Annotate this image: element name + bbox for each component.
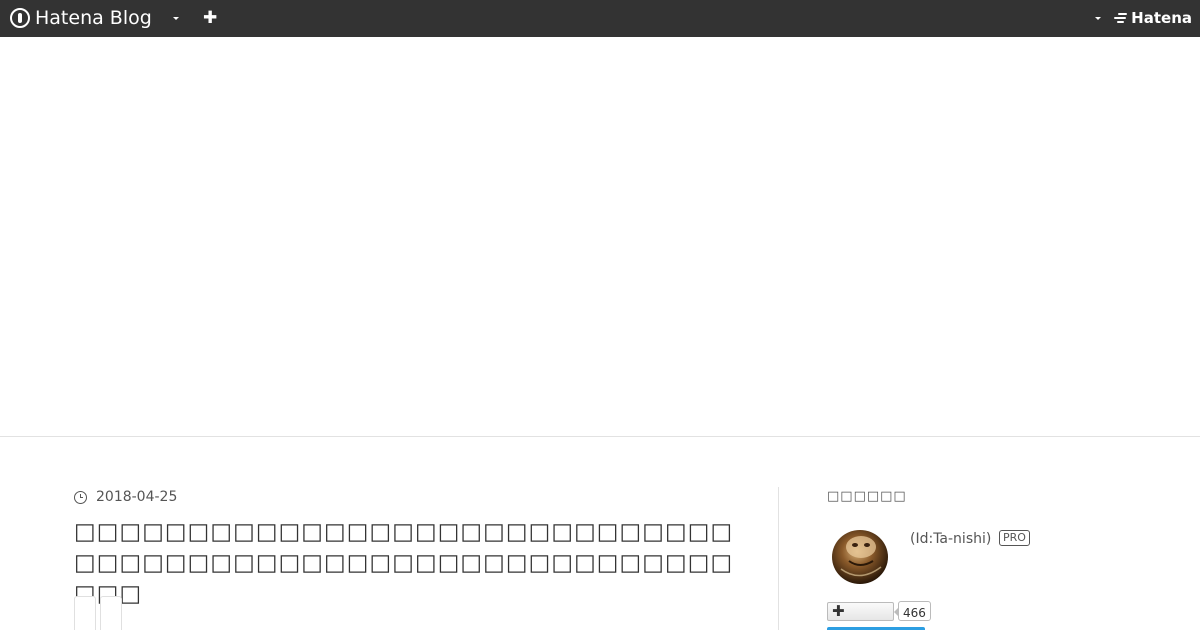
- brand-name: Hatena Blog: [35, 7, 152, 29]
- avatar[interactable]: [827, 525, 892, 585]
- plus-icon: ✚: [832, 602, 845, 620]
- share-button[interactable]: [74, 596, 96, 630]
- chevron-down-icon[interactable]: [1095, 17, 1101, 20]
- sidebar-divider: [778, 487, 779, 630]
- follower-count-badge[interactable]: 466: [894, 601, 931, 621]
- profile-module-heading: □□□□□□: [827, 489, 907, 504]
- entry-title[interactable]: □□□□□□□□□□□□□□□□□□□□□□□□□□□□□□□□□□□□□□□□…: [74, 517, 734, 610]
- follow-button[interactable]: ✚: [827, 602, 894, 621]
- daruma-avatar-icon: [832, 530, 888, 584]
- ad-area: [0, 37, 1200, 437]
- hatena-menu-link[interactable]: Hatena: [1114, 9, 1192, 27]
- follower-count: 466: [903, 606, 926, 620]
- hatena-label: Hatena: [1131, 9, 1192, 27]
- pro-badge: PRO: [999, 530, 1030, 546]
- chevron-down-icon[interactable]: [173, 17, 179, 20]
- entry-date[interactable]: 2018-04-25: [74, 488, 177, 506]
- share-button[interactable]: [100, 596, 122, 630]
- user-id[interactable]: (Id:Ta-nishi): [910, 530, 991, 548]
- hatena-logo-icon: [1114, 12, 1128, 24]
- top-navigation-bar: Hatena Blog ✚ Hatena: [0, 0, 1200, 37]
- clock-icon: [74, 490, 87, 504]
- new-entry-button[interactable]: ✚: [203, 9, 217, 27]
- hatena-blog-logo-icon: [10, 8, 30, 28]
- entry-date-text: 2018-04-25: [96, 489, 178, 505]
- hatena-blog-home-link[interactable]: Hatena Blog: [10, 7, 152, 29]
